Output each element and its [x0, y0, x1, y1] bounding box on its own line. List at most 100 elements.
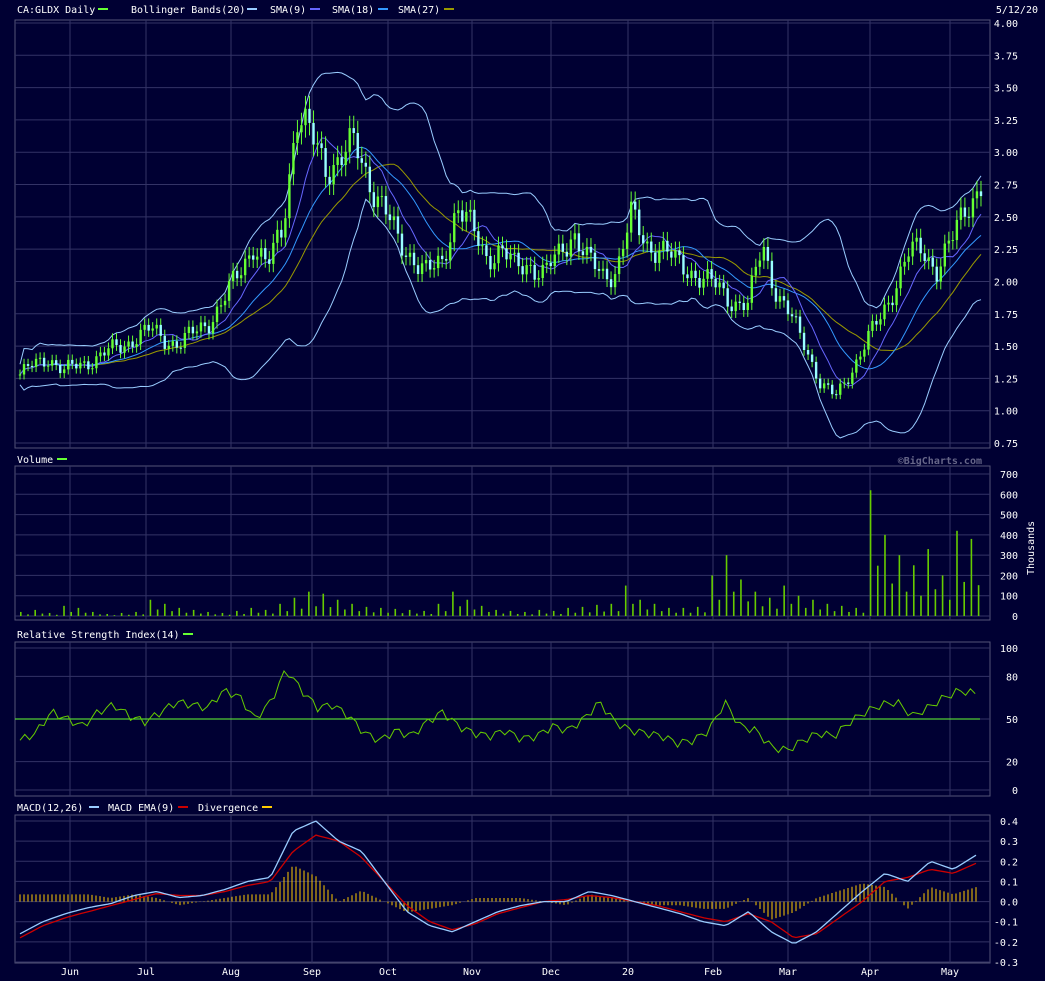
rsi-tick-label: 20	[1006, 758, 1018, 769]
volume-bar	[351, 603, 353, 616]
candle-body	[473, 209, 476, 232]
candle-body	[553, 254, 556, 267]
candle-body	[304, 108, 307, 126]
candle-body	[633, 201, 637, 210]
candle-body	[617, 256, 621, 275]
candle-body	[605, 268, 609, 280]
candle-body	[722, 282, 725, 289]
volume-bar	[761, 606, 764, 616]
candle-body	[83, 361, 86, 363]
month-label: Jul	[137, 967, 155, 978]
price-tick-label: 1.00	[994, 407, 1018, 418]
volume-bar	[423, 610, 425, 616]
volume-bar	[898, 555, 901, 616]
macd-title: MACD(12,26)	[17, 803, 83, 814]
candle-body	[340, 157, 343, 166]
rsi-tick-label: 0	[1012, 786, 1018, 797]
volume-bar	[689, 612, 692, 616]
macd-tick-label: 0.1	[1000, 877, 1018, 888]
candle-body	[50, 360, 54, 366]
candle-body	[790, 314, 794, 317]
candle-body	[678, 250, 681, 256]
volume-bar	[99, 614, 101, 616]
candle-body	[30, 365, 34, 367]
candle-body	[167, 345, 170, 349]
candle-body	[260, 248, 263, 257]
volume-bar	[185, 612, 188, 616]
volume-swatch	[57, 458, 67, 460]
candle-body	[782, 296, 786, 301]
candle-body	[911, 241, 914, 257]
divergence-legend: Divergence	[198, 803, 258, 814]
candle-body	[436, 255, 440, 269]
candle-body	[348, 128, 351, 152]
candle-body	[449, 242, 452, 261]
candle-body	[147, 324, 150, 331]
volume-tick-label: 0	[1012, 612, 1018, 623]
candle-body	[770, 260, 774, 289]
candle-body	[453, 213, 456, 243]
price-tick-label: 0.75	[994, 439, 1018, 450]
candle-body	[416, 265, 420, 275]
candle-body	[670, 251, 673, 258]
candle-body	[802, 332, 806, 351]
volume-bar	[401, 613, 404, 616]
candle-body	[272, 242, 275, 264]
volume-tick-label: 100	[1000, 592, 1018, 603]
volume-bar	[272, 613, 274, 616]
candle-body	[650, 241, 653, 253]
candle-body	[332, 165, 335, 185]
price-tick-label: 2.25	[994, 245, 1018, 256]
month-label: Feb	[704, 967, 722, 978]
rsi-tick-label: 50	[1006, 715, 1018, 726]
candle-body	[883, 304, 886, 320]
candle-body	[638, 209, 641, 236]
volume-tick-label: 200	[1000, 571, 1018, 582]
candle-body	[806, 350, 810, 355]
candle-body	[597, 269, 601, 271]
volume-bar	[970, 538, 973, 616]
candle-body	[533, 264, 536, 280]
candle-body	[810, 354, 814, 362]
candle-body	[59, 364, 62, 374]
volume-bar	[128, 614, 130, 616]
candle-body	[344, 151, 347, 166]
candle-body	[629, 201, 633, 233]
candle-body	[521, 266, 524, 275]
candle-body	[54, 360, 58, 365]
volume-bar	[696, 606, 699, 616]
candle-body	[320, 143, 323, 149]
volume-bar	[120, 612, 123, 616]
candle-body	[702, 278, 705, 288]
volume-bar	[495, 609, 497, 616]
volume-bar	[538, 609, 541, 616]
candle-body	[967, 216, 971, 218]
candle-body	[646, 241, 649, 244]
volume-tick-label: 300	[1000, 551, 1018, 562]
candle-body	[609, 279, 613, 288]
candle-body	[227, 281, 231, 301]
candle-body	[979, 191, 983, 197]
volume-bar	[41, 613, 44, 616]
volume-bar	[228, 614, 231, 616]
candle-body	[738, 301, 741, 303]
volume-bar	[84, 612, 87, 616]
volume-bar	[106, 613, 109, 616]
candle-body	[469, 209, 472, 212]
candle-body	[835, 394, 838, 396]
volume-bar	[826, 603, 829, 616]
price-tick-label: 1.75	[994, 310, 1018, 321]
month-label: 20	[622, 967, 634, 978]
volume-bar	[516, 613, 519, 616]
volume-bar	[142, 614, 145, 616]
candle-body	[79, 362, 82, 369]
volume-tick-label: 700	[1000, 470, 1018, 481]
candle-body	[264, 248, 267, 260]
candle-body	[505, 248, 508, 260]
candle-body	[686, 274, 689, 279]
candle-body	[545, 262, 548, 265]
volume-bar	[552, 610, 555, 616]
candle-body	[175, 341, 179, 348]
volume-bar	[934, 589, 937, 616]
volume-bar	[956, 530, 958, 616]
